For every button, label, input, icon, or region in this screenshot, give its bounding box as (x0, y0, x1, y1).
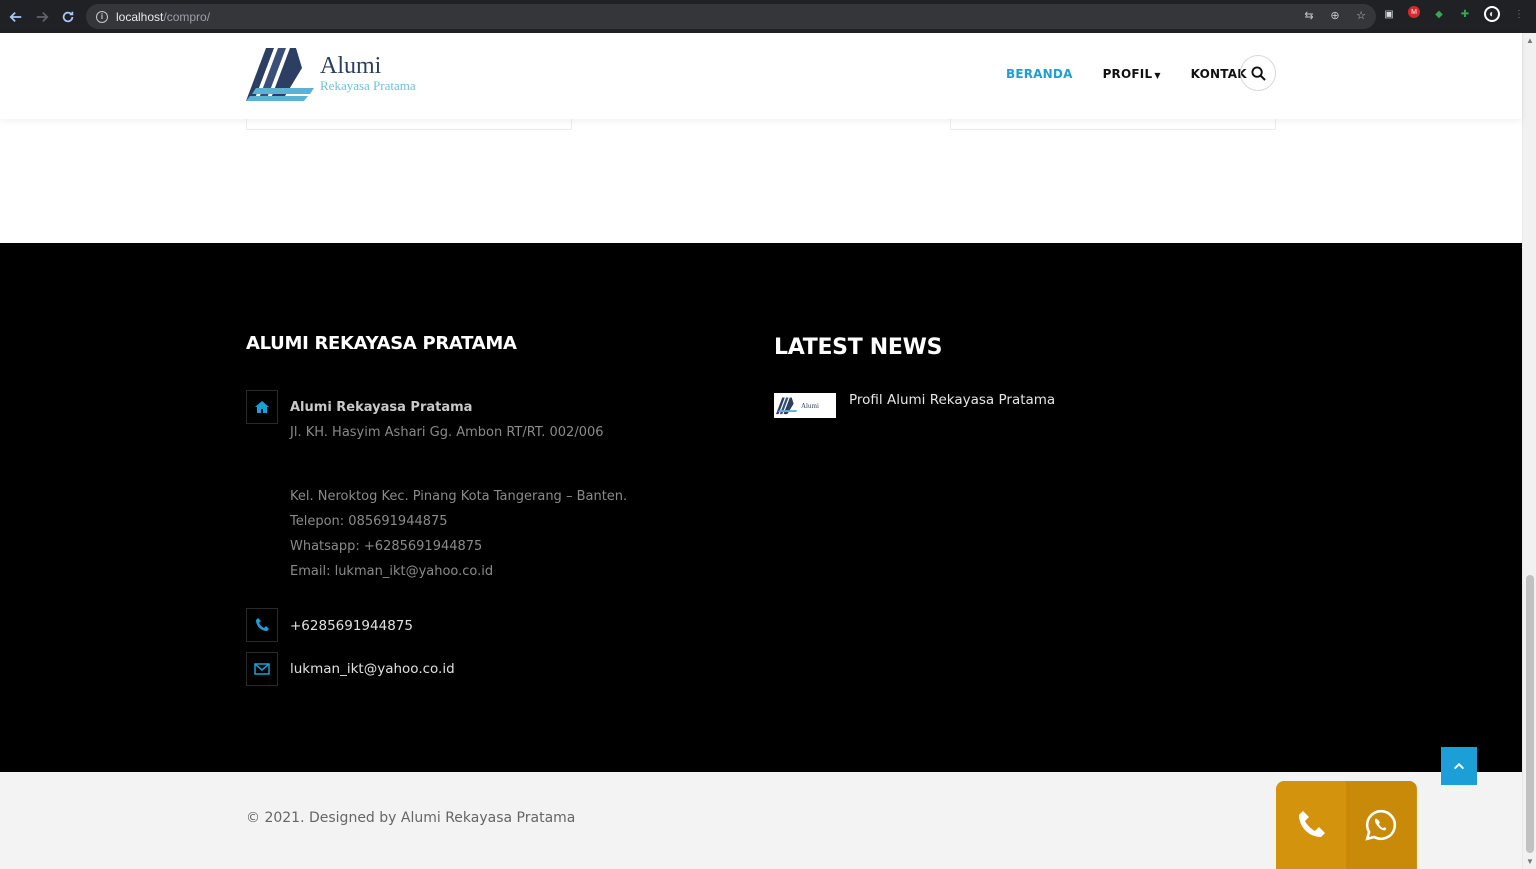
address-phone: Telepon: 085691944875 (290, 514, 448, 529)
logo-mark-icon (776, 397, 798, 414)
address-email: Email: lukman_ikt@yahoo.co.id (290, 564, 494, 579)
whatsapp-button[interactable] (1346, 781, 1416, 869)
menu-item-profil[interactable]: PROFIL ▼ (1103, 67, 1161, 81)
whatsapp-icon (1365, 809, 1397, 841)
zoom-icon[interactable]: ⊕ (1328, 8, 1342, 22)
copyright-text: © 2021. Designed by Alumi Rekayasa Prata… (246, 810, 576, 826)
address-icon-box (246, 390, 278, 424)
address-line-1: Jl. KH. Hasyim Ashari Gg. Ambon RT/RT. 0… (290, 425, 604, 440)
call-button[interactable] (1276, 781, 1346, 869)
arrow-right-icon (36, 11, 49, 22)
profile-avatar-icon[interactable]: ◐ (1484, 6, 1500, 22)
search-icon (1250, 65, 1266, 81)
url-path: /compro/ (163, 9, 211, 24)
reload-button[interactable] (58, 7, 78, 27)
phone-icon (1299, 811, 1325, 837)
puzzle-extension-icon[interactable]: ✚ (1458, 6, 1472, 22)
scroll-down-arrow-icon[interactable]: ▼ (1526, 857, 1534, 866)
site-header: Alumi Rekayasa Pratama BERANDA PROFIL ▼ K… (0, 33, 1522, 119)
email-icon-box (246, 652, 278, 686)
footer-phone-link[interactable]: +6285691944875 (290, 618, 413, 634)
address-bar[interactable]: i localhost/compro/ ⇆ ⊕ ☆ (86, 4, 1376, 29)
search-button[interactable] (1240, 55, 1276, 91)
browser-toolbar: i localhost/compro/ ⇆ ⊕ ☆ ▣ M ◆ ✚ ◐ ⋮ (0, 0, 1536, 33)
address-company-name: Alumi Rekayasa Pratama (290, 400, 473, 415)
home-icon (255, 401, 269, 413)
address-whatsapp: Whatsapp: +6285691944875 (290, 539, 483, 554)
scroll-up-arrow-icon[interactable]: ▲ (1526, 36, 1534, 45)
news-thumbnail[interactable]: Alumi (774, 393, 836, 418)
logo-subtitle: Rekayasa Pratama (320, 78, 416, 93)
url-text[interactable]: localhost/compro/ (116, 10, 210, 24)
news-thumb-logo-text: Alumi (801, 401, 819, 410)
main-menu: BERANDA PROFIL ▼ KONTAK (1006, 67, 1247, 81)
floating-contact-buttons (1276, 781, 1417, 869)
scrollbar-thumb[interactable] (1526, 575, 1534, 853)
camera-extension-icon[interactable]: ▣ (1382, 6, 1396, 22)
caret-down-icon: ▼ (1154, 71, 1161, 80)
back-to-top-button[interactable] (1441, 747, 1477, 785)
page-scrollbar[interactable]: ▲ ▼ (1522, 33, 1536, 869)
logo-name: Alumi (320, 53, 382, 79)
mega-extension-icon[interactable]: M (1408, 6, 1420, 18)
footer-company-title: ALUMI REKAYASA PRATAMA (246, 333, 517, 354)
reload-icon (62, 11, 74, 22)
green-extension-icon[interactable]: ◆ (1432, 6, 1446, 22)
more-menu-icon[interactable]: ⋮ (1512, 6, 1526, 22)
menu-item-beranda[interactable]: BERANDA (1006, 67, 1073, 81)
back-button[interactable] (6, 7, 26, 27)
latest-news-title: LATEST NEWS (774, 335, 943, 360)
phone-icon (256, 618, 269, 631)
menu-item-profil-label: PROFIL (1102, 67, 1153, 81)
forward-button[interactable] (32, 7, 52, 27)
content-card-edge (950, 119, 1276, 130)
site-logo[interactable]: Alumi Rekayasa Pratama (246, 47, 436, 103)
footer-email-link[interactable]: lukman_ikt@yahoo.co.id (290, 661, 455, 677)
star-icon[interactable]: ☆ (1354, 8, 1368, 22)
translate-icon[interactable]: ⇆ (1302, 8, 1316, 22)
info-icon[interactable]: i (96, 10, 108, 23)
menu-item-kontak[interactable]: KONTAK (1191, 67, 1247, 81)
url-host: localhost (116, 9, 164, 24)
site-footer (0, 243, 1522, 772)
news-item-title[interactable]: Profil Alumi Rekayasa Pratama (849, 392, 1055, 408)
arrow-left-icon (9, 11, 22, 22)
content-card-edge (246, 119, 572, 130)
phone-icon-box (246, 608, 278, 642)
chevron-up-icon (1453, 762, 1465, 770)
logo-mark-icon (246, 48, 314, 101)
envelope-icon (254, 663, 270, 675)
address-line-2: Kel. Neroktog Kec. Pinang Kota Tangerang… (290, 489, 628, 504)
